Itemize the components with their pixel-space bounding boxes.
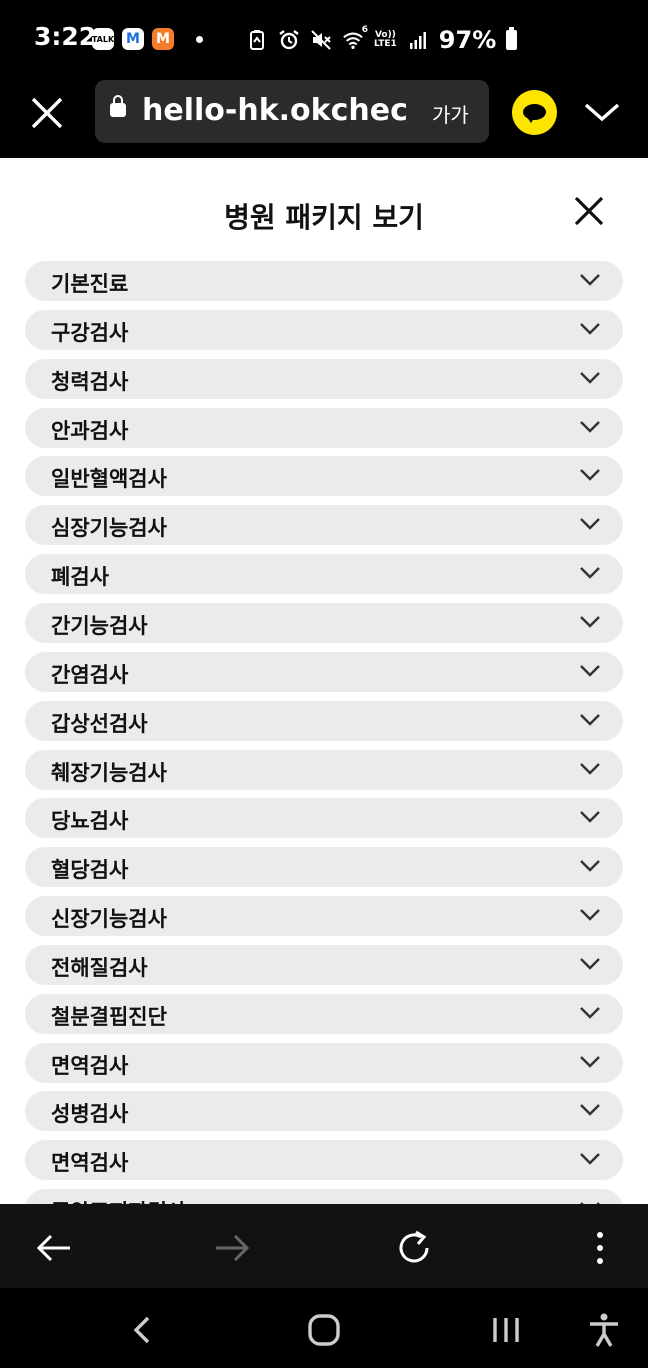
chevron-down-icon	[580, 1006, 600, 1019]
wifi-icon: 6	[342, 25, 368, 51]
package-item-label: 성병검사	[51, 1102, 129, 1127]
package-item-label: 면역검사	[51, 1053, 129, 1078]
package-item-label: 신장기능검사	[51, 907, 167, 932]
sheet-title: 병원 패키지 보기	[224, 201, 424, 234]
mute-icon	[310, 29, 332, 51]
package-item-label: 폐검사	[51, 565, 109, 590]
package-item[interactable]: 구강검사	[25, 309, 623, 350]
chevron-down-icon	[580, 518, 600, 530]
package-item[interactable]: 종양표지자검사	[25, 1189, 623, 1204]
chevron-down-icon	[580, 420, 600, 433]
text-size-button[interactable]: 가가	[432, 99, 469, 128]
status-bar: 3:22 TALK M M 6 Vo)) LTE1 97%	[0, 0, 648, 80]
battery-percentage: 97%	[438, 26, 497, 54]
more-notifications-dot-icon	[196, 35, 203, 43]
chevron-down-icon	[580, 909, 600, 921]
lte-label: LTE1	[374, 39, 397, 49]
reload-icon[interactable]	[394, 1228, 434, 1268]
volte-lte-indicator: Vo)) LTE1	[374, 31, 397, 49]
back-arrow-icon[interactable]	[34, 1228, 74, 1268]
package-item-label: 갑상선검사	[51, 711, 148, 736]
battery-saver-icon	[246, 29, 268, 51]
package-item-label: 청력검사	[51, 369, 129, 394]
package-item[interactable]: 전해질검사	[25, 944, 623, 985]
package-item-label: 췌장기능검사	[51, 760, 167, 785]
package-item-label: 전해질검사	[51, 955, 148, 980]
package-item-label: 구강검사	[51, 320, 129, 345]
wifi-6-label: 6	[361, 25, 368, 35]
chevron-down-icon	[580, 1055, 600, 1068]
chevron-down-icon	[580, 664, 600, 677]
package-item-label: 면역검사	[51, 1151, 129, 1176]
package-item-label: 일반혈액검사	[51, 467, 167, 492]
package-item[interactable]: 당뇨검사	[25, 798, 623, 839]
package-item[interactable]: 기본진료	[25, 261, 623, 301]
package-item[interactable]: 갑상선검사	[25, 700, 623, 741]
package-item-label: 간염검사	[51, 662, 129, 687]
package-item[interactable]: 심장기능검사	[25, 505, 623, 546]
chevron-down-icon	[580, 1153, 600, 1165]
chevron-down-icon	[580, 762, 600, 775]
package-item[interactable]: 췌장기능검사	[25, 749, 623, 790]
package-item[interactable]: 폐검사	[25, 554, 623, 595]
chevron-down-icon	[580, 860, 600, 872]
chevron-down-icon	[580, 567, 600, 579]
url-text[interactable]: hello-hk.okcheckup	[142, 93, 410, 128]
more-options-icon[interactable]	[580, 1228, 620, 1268]
signal-strength-icon	[407, 29, 429, 51]
chevron-down-icon	[580, 322, 600, 335]
kakaotalk-notification-icon: TALK	[92, 28, 114, 50]
package-item[interactable]: 면역검사	[25, 1140, 623, 1181]
close-tab-icon[interactable]	[30, 96, 64, 130]
chevron-down-icon	[580, 616, 600, 628]
package-item-label: 간기능검사	[51, 613, 148, 638]
browser-bottom-bar	[0, 1204, 648, 1288]
package-item[interactable]: 청력검사	[25, 358, 623, 399]
package-item[interactable]: 일반혈액검사	[25, 456, 623, 497]
status-time: 3:22	[34, 22, 97, 51]
forward-arrow-icon[interactable]	[212, 1228, 252, 1268]
browser-toolbar: hello-hk.okcheckup 가가	[0, 80, 648, 158]
package-item[interactable]: 간염검사	[25, 651, 623, 692]
chevron-down-icon	[580, 1104, 600, 1117]
nav-recents-icon[interactable]	[488, 1312, 524, 1348]
package-item[interactable]: 안과검사	[25, 407, 623, 448]
package-item-label: 당뇨검사	[51, 809, 129, 834]
accessibility-icon[interactable]	[586, 1312, 622, 1348]
alarm-icon	[278, 29, 300, 51]
chevron-down-icon	[580, 469, 600, 482]
chevron-down-icon	[580, 713, 600, 726]
package-item[interactable]: 성병검사	[25, 1091, 623, 1132]
address-bar[interactable]: hello-hk.okcheckup 가가	[95, 80, 489, 143]
lock-icon	[110, 95, 126, 117]
app-notification-icon: M	[122, 28, 144, 50]
battery-icon	[506, 27, 518, 50]
notification-icons: TALK M M	[92, 28, 203, 50]
package-item-label: 심장기능검사	[51, 516, 167, 541]
system-navigation-bar	[0, 1288, 648, 1368]
chevron-down-icon	[580, 371, 600, 384]
package-item-label: 혈당검사	[51, 858, 129, 883]
close-icon[interactable]	[572, 194, 606, 228]
chevron-down-icon	[580, 958, 600, 970]
package-item[interactable]: 철분결핍진단	[25, 993, 623, 1034]
kakaotalk-share-button[interactable]	[512, 90, 557, 135]
chevron-down-icon	[580, 811, 600, 824]
system-status-icons: 6 Vo)) LTE1 97%	[246, 25, 518, 54]
nav-home-icon[interactable]	[306, 1312, 342, 1348]
chevron-down-icon[interactable]	[582, 97, 622, 127]
package-item[interactable]: 신장기능검사	[25, 896, 623, 937]
package-item-label: 기본진료	[51, 272, 129, 296]
package-item[interactable]: 면역검사	[25, 1042, 623, 1083]
chat-bubble-tail	[527, 117, 535, 123]
package-item-label: 안과검사	[51, 418, 129, 443]
package-sheet: 병원 패키지 보기 기본진료구강검사청력검사안과검사일반혈액검사심장기능검사폐검…	[0, 158, 648, 1204]
package-item-label: 종양표지자검사	[51, 1196, 186, 1204]
package-item-label: 철분결핍진단	[51, 1004, 167, 1029]
package-item[interactable]: 혈당검사	[25, 847, 623, 888]
package-item[interactable]: 간기능검사	[25, 602, 623, 643]
chevron-down-icon	[580, 274, 600, 286]
gmail-notification-icon: M	[152, 28, 174, 50]
nav-back-icon[interactable]	[126, 1312, 162, 1348]
